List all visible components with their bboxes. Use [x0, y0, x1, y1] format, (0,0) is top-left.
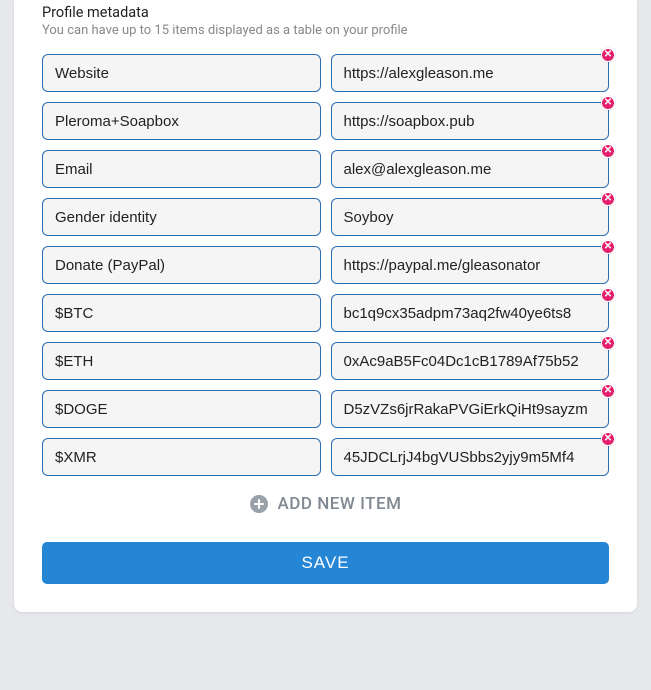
close-icon: ✕ [604, 386, 612, 396]
close-icon: ✕ [604, 194, 612, 204]
metadata-row: ✕ [42, 438, 609, 476]
metadata-value-input[interactable] [331, 246, 610, 284]
section-title: Profile metadata [42, 0, 609, 21]
remove-row-button[interactable]: ✕ [601, 384, 615, 398]
add-new-item-label: ADD NEW ITEM [278, 494, 402, 514]
save-button[interactable]: SAVE [42, 542, 609, 584]
metadata-label-input[interactable] [42, 102, 321, 140]
remove-row-button[interactable]: ✕ [601, 336, 615, 350]
metadata-row: ✕ [42, 198, 609, 236]
metadata-label-input[interactable] [42, 294, 321, 332]
metadata-value-input[interactable] [331, 342, 610, 380]
close-icon: ✕ [604, 242, 612, 252]
metadata-label-input[interactable] [42, 54, 321, 92]
save-button-label: SAVE [301, 553, 349, 572]
metadata-rows: ✕✕✕✕✕✕✕✕✕ [42, 54, 609, 476]
profile-metadata-card: Profile metadata You can have up to 15 i… [14, 0, 637, 612]
remove-row-button[interactable]: ✕ [601, 240, 615, 254]
metadata-label-input[interactable] [42, 246, 321, 284]
section-subtitle: You can have up to 15 items displayed as… [42, 23, 609, 38]
metadata-row: ✕ [42, 294, 609, 332]
plus-circle-icon [250, 495, 268, 513]
metadata-value-input[interactable] [331, 150, 610, 188]
metadata-row: ✕ [42, 390, 609, 428]
remove-row-button[interactable]: ✕ [601, 96, 615, 110]
metadata-value-input[interactable] [331, 294, 610, 332]
close-icon: ✕ [604, 338, 612, 348]
metadata-label-input[interactable] [42, 150, 321, 188]
metadata-row: ✕ [42, 102, 609, 140]
metadata-value-input[interactable] [331, 102, 610, 140]
metadata-value-input[interactable] [331, 54, 610, 92]
metadata-row: ✕ [42, 342, 609, 380]
metadata-value-input[interactable] [331, 198, 610, 236]
metadata-label-input[interactable] [42, 438, 321, 476]
metadata-row: ✕ [42, 150, 609, 188]
close-icon: ✕ [604, 434, 612, 444]
close-icon: ✕ [604, 146, 612, 156]
close-icon: ✕ [604, 98, 612, 108]
remove-row-button[interactable]: ✕ [601, 48, 615, 62]
metadata-value-input[interactable] [331, 390, 610, 428]
remove-row-button[interactable]: ✕ [601, 432, 615, 446]
metadata-label-input[interactable] [42, 342, 321, 380]
metadata-value-input[interactable] [331, 438, 610, 476]
remove-row-button[interactable]: ✕ [601, 144, 615, 158]
close-icon: ✕ [604, 290, 612, 300]
close-icon: ✕ [604, 50, 612, 60]
metadata-label-input[interactable] [42, 198, 321, 236]
metadata-row: ✕ [42, 246, 609, 284]
remove-row-button[interactable]: ✕ [601, 288, 615, 302]
remove-row-button[interactable]: ✕ [601, 192, 615, 206]
add-new-item-button[interactable]: ADD NEW ITEM [42, 494, 609, 514]
metadata-label-input[interactable] [42, 390, 321, 428]
metadata-row: ✕ [42, 54, 609, 92]
